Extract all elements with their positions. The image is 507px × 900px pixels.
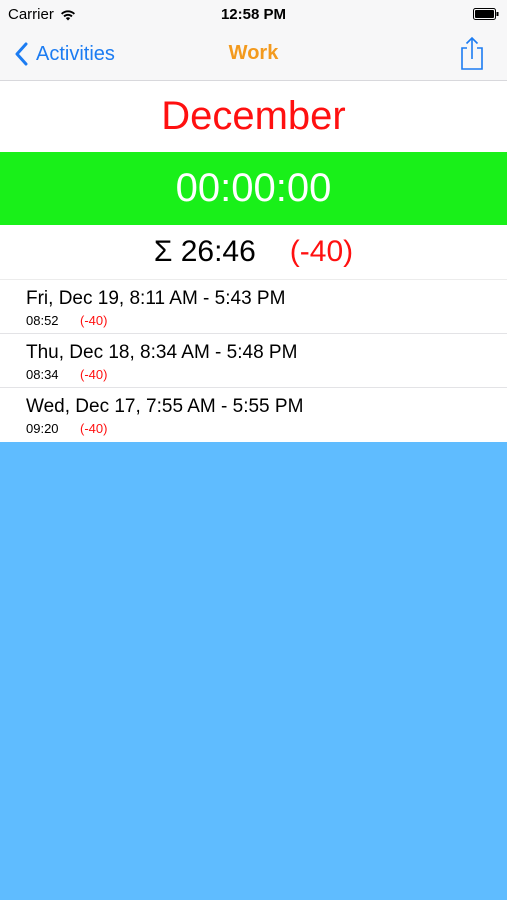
- page-title: Work: [228, 42, 279, 64]
- list-item[interactable]: Fri, Dec 19, 8:11 AM - 5:43 PM 08:52 (-4…: [0, 280, 507, 334]
- entry-difference: (-40): [80, 367, 108, 382]
- entry-time-range: Thu, Dec 18, 8:34 AM - 5:48 PM: [26, 342, 298, 363]
- entry-time-range: Fri, Dec 19, 8:11 AM - 5:43 PM: [26, 288, 286, 309]
- entry-time-range: Wed, Dec 17, 7:55 AM - 5:55 PM: [26, 396, 304, 417]
- clock: 12:58 PM: [220, 6, 287, 23]
- list-item[interactable]: Wed, Dec 17, 7:55 AM - 5:55 PM 09:20 (-4…: [0, 388, 507, 442]
- entry-duration: 08:34: [26, 367, 59, 382]
- total-time: Σ 26:46: [153, 235, 256, 268]
- screen: Carrier 12:58 PM Activities Work Decembe…: [0, 0, 507, 900]
- entry-difference: (-40): [80, 421, 108, 436]
- list-item[interactable]: Thu, Dec 18, 8:34 AM - 5:48 PM 08:34 (-4…: [0, 334, 507, 388]
- total-difference: (-40): [289, 235, 354, 268]
- entry-duration: 09:20: [26, 421, 59, 436]
- status-bar: Carrier 12:58 PM: [0, 0, 507, 30]
- navigation-bar: Activities Work: [0, 30, 507, 81]
- entry-duration: 08:52: [26, 313, 59, 328]
- entry-list: Fri, Dec 19, 8:11 AM - 5:43 PM 08:52 (-4…: [0, 280, 507, 442]
- total-summary: Σ 26:46 (-40): [0, 225, 507, 280]
- battery-icon: [473, 8, 499, 20]
- month-header: December: [0, 81, 507, 152]
- share-icon[interactable]: [457, 35, 487, 71]
- running-timer[interactable]: 00:00:00: [0, 152, 507, 225]
- entry-difference: (-40): [80, 313, 108, 328]
